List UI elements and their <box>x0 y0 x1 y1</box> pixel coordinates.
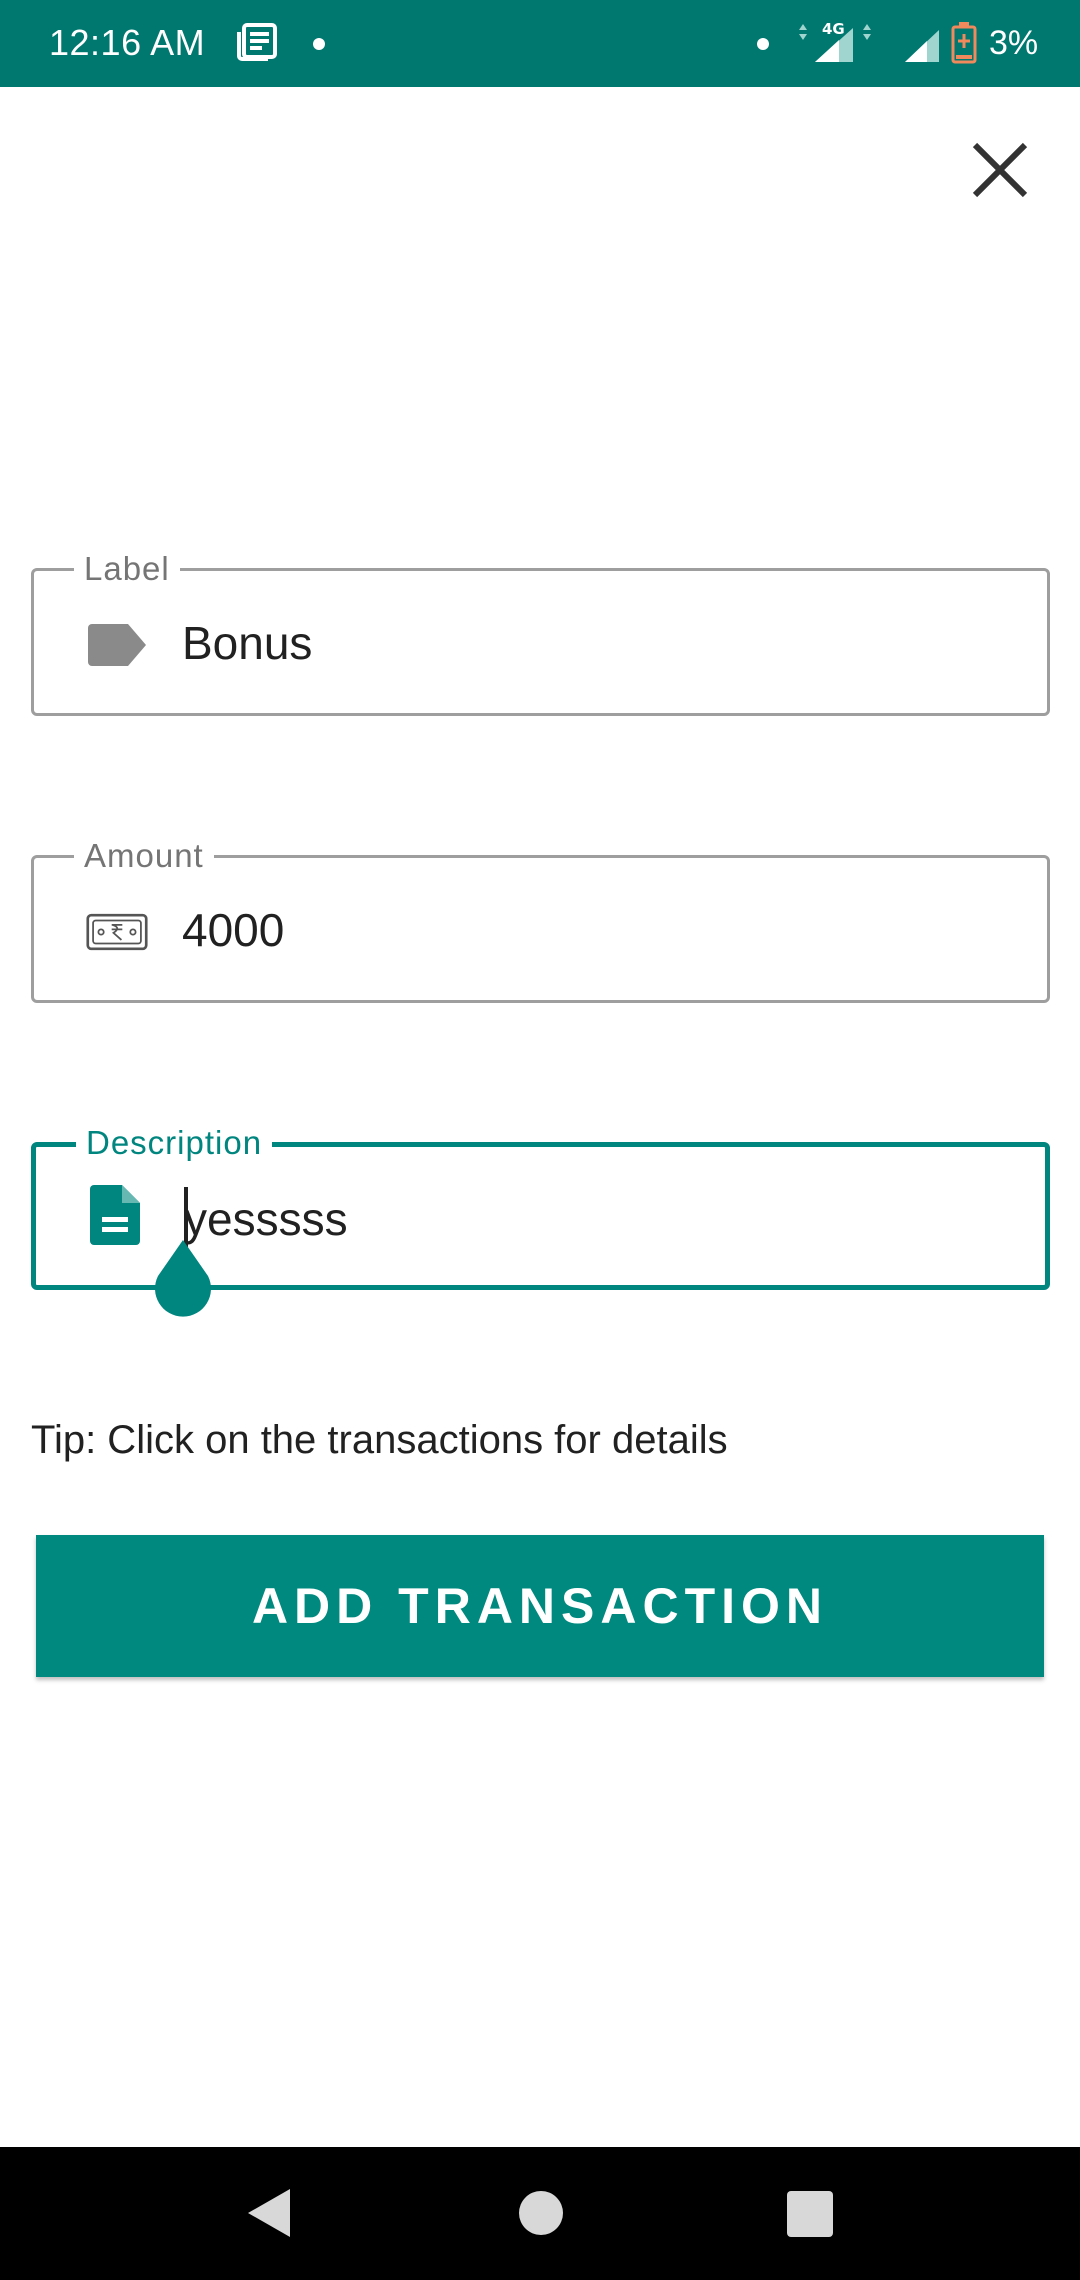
description-field-label: Description <box>76 1123 273 1163</box>
label-field[interactable]: Label Bonus <box>31 549 1050 716</box>
news-notification-icon <box>237 23 277 61</box>
close-icon <box>972 142 1028 198</box>
status-bar: 12:16 AM 4G 3% <box>0 0 1080 87</box>
description-input[interactable]: yesssss <box>184 1192 348 1246</box>
amount-field-label: Amount <box>74 836 214 876</box>
notification-dot-icon <box>313 38 325 50</box>
svg-text:4G: 4G <box>822 20 845 38</box>
recents-icon[interactable] <box>787 2191 833 2237</box>
label-field-label: Label <box>74 549 180 589</box>
tip-text: Tip: Click on the transactions for detai… <box>31 1418 728 1462</box>
label-input[interactable]: Bonus <box>182 616 312 670</box>
signal-4g-icon: 4G <box>799 20 871 62</box>
amount-input[interactable]: 4000 <box>182 903 284 957</box>
battery-percentage: 3% <box>989 24 1039 62</box>
amount-field[interactable]: Amount 4000 <box>31 836 1050 1003</box>
navigation-bar <box>0 2147 1080 2280</box>
document-icon <box>84 1185 146 1245</box>
cursor-handle-icon[interactable] <box>150 1240 216 1320</box>
add-transaction-button[interactable]: ADD TRANSACTION <box>36 1535 1044 1677</box>
status-time: 12:16 AM <box>49 22 206 63</box>
money-icon <box>86 908 148 956</box>
home-icon[interactable] <box>519 2191 563 2235</box>
battery-low-icon <box>951 22 977 64</box>
tag-icon <box>86 621 148 669</box>
notification-dot-icon <box>757 38 769 50</box>
back-icon[interactable] <box>244 2187 294 2239</box>
close-button[interactable] <box>960 130 1040 210</box>
signal-sim2-icon <box>905 30 939 62</box>
